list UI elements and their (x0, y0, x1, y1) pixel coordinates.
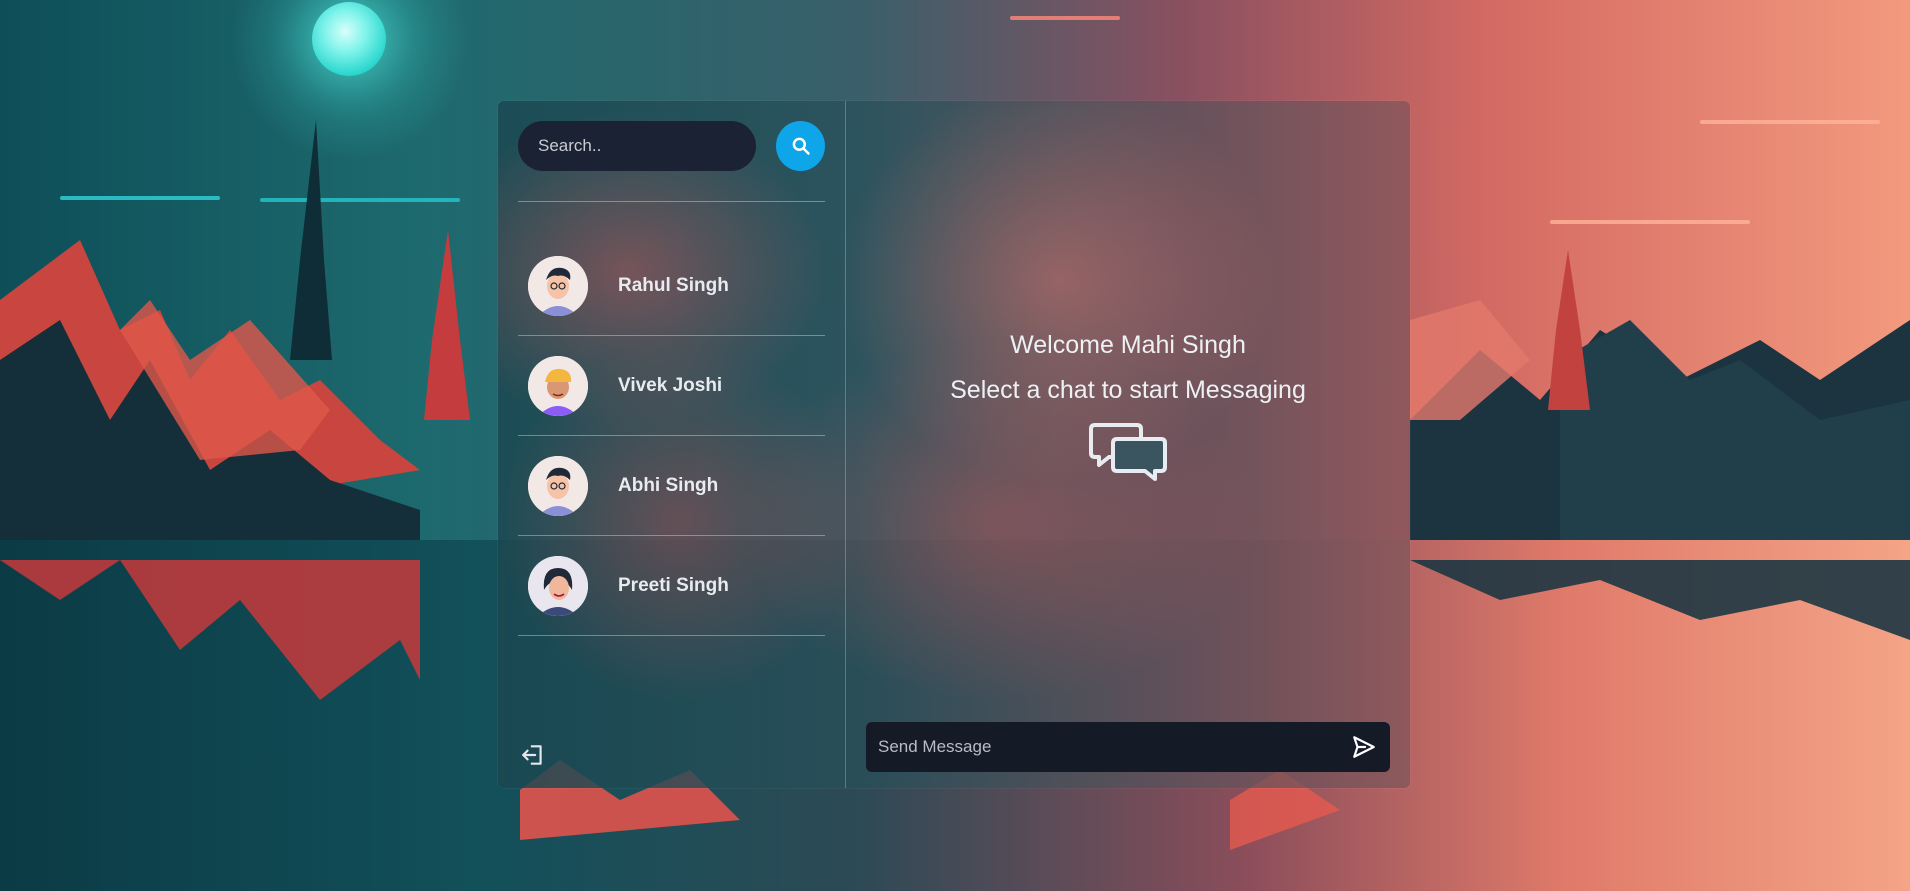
message-input[interactable] (866, 722, 1338, 772)
send-button[interactable] (1338, 722, 1390, 772)
conversation-item-preeti-singh[interactable]: Preeti Singh (518, 536, 825, 636)
conversation-name: Rahul Singh (618, 274, 729, 296)
conversation-item-vivek-joshi[interactable]: Vivek Joshi (518, 336, 825, 436)
search-input[interactable] (518, 121, 756, 171)
conversation-list: Rahul Singh Vivek Joshi Abhi Singh Preet… (518, 236, 825, 636)
avatar (528, 455, 588, 516)
male-avatar-yellow-cap-icon (528, 355, 588, 416)
conversation-item-abhi-singh[interactable]: Abhi Singh (518, 436, 825, 536)
conversation-name: Vivek Joshi (618, 374, 723, 396)
sidebar: Rahul Singh Vivek Joshi (498, 101, 846, 788)
male-avatar-glasses-icon (528, 455, 588, 516)
conversation-name: Abhi Singh (618, 474, 719, 496)
avatar (528, 355, 588, 416)
chat-app-window: Rahul Singh Vivek Joshi (498, 101, 1410, 788)
female-avatar-icon (528, 555, 588, 616)
search-icon (792, 137, 810, 155)
search-bar (518, 121, 825, 171)
message-area: Welcome Mahi Singh Select a chat to star… (846, 101, 1410, 788)
conversation-name: Preeti Singh (618, 574, 729, 596)
avatar (528, 555, 588, 616)
welcome-text: Welcome Mahi Singh (1010, 331, 1246, 359)
sidebar-divider (518, 201, 825, 202)
logout-icon (522, 745, 542, 765)
chat-bubbles-icon (1089, 423, 1167, 481)
instruction-text: Select a chat to start Messaging (950, 376, 1306, 404)
male-avatar-glasses-icon (528, 255, 588, 316)
empty-state: Welcome Mahi Singh Select a chat to star… (846, 323, 1410, 483)
send-icon (1353, 736, 1375, 758)
avatar (528, 255, 588, 316)
conversation-item-rahul-singh[interactable]: Rahul Singh (518, 236, 825, 336)
search-button[interactable] (776, 121, 825, 171)
message-composer (866, 722, 1390, 772)
logout-button[interactable] (518, 740, 548, 770)
